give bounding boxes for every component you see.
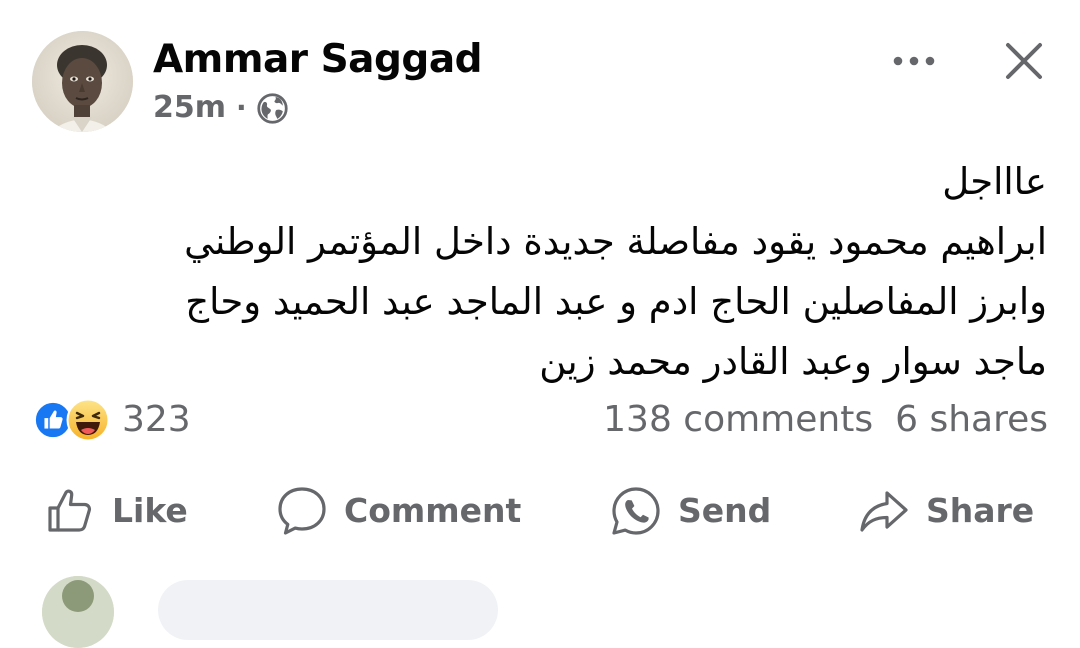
action-bar: Like Comment Send Share — [0, 480, 1080, 542]
whatsapp-icon — [612, 487, 660, 535]
author-name[interactable]: Ammar Saggad — [153, 34, 483, 86]
engagement-counts: 138 comments 6 shares — [603, 396, 1048, 444]
like-label: Like — [112, 491, 188, 530]
meta-separator: · — [236, 91, 247, 124]
close-icon — [1006, 43, 1042, 79]
more-options-button[interactable] — [884, 40, 944, 82]
commenter-avatar-photo — [42, 576, 114, 648]
share-label: Share — [926, 491, 1035, 530]
close-button[interactable] — [996, 33, 1052, 89]
reactions-summary[interactable]: 323 — [32, 396, 191, 444]
post-text-line: ماجد سوار وعبد القادر محمد زين — [539, 340, 1047, 383]
reaction-count: 323 — [122, 399, 191, 440]
share-button[interactable]: Share — [858, 480, 1034, 542]
post-time[interactable]: 25m — [153, 88, 226, 128]
shares-count-link[interactable]: 6 shares — [895, 396, 1048, 444]
comment-input[interactable] — [158, 580, 498, 640]
globe-icon[interactable] — [256, 92, 289, 125]
reaction-icons — [32, 398, 118, 442]
commenter-avatar[interactable] — [42, 576, 114, 648]
send-label: Send — [678, 491, 772, 530]
thumbs-up-icon — [48, 489, 92, 532]
comment-button[interactable]: Comment — [276, 480, 521, 542]
comment-label: Comment — [344, 491, 522, 530]
author-avatar[interactable] — [32, 31, 133, 132]
post-text-line: وابرز المفاصلين الحاج ادم و عبد الماجد ع… — [185, 280, 1047, 323]
more-horizontal-icon — [893, 56, 935, 66]
like-button[interactable]: Like — [46, 480, 188, 542]
haha-reaction-icon — [66, 398, 110, 442]
comments-count-link[interactable]: 138 comments — [603, 396, 873, 444]
author-avatar-photo — [32, 31, 133, 132]
post-text-line: عاااجل — [942, 160, 1047, 203]
comment-bubble-icon — [278, 487, 326, 535]
post-meta: 25m · — [153, 88, 289, 128]
share-arrow-icon — [860, 491, 908, 532]
post-text: عاااجل ابراهيم محمود يقود مفاصلة جديدة د… — [47, 152, 1047, 392]
post-text-line: ابراهيم محمود يقود مفاصلة جديدة داخل الم… — [184, 220, 1047, 263]
send-button[interactable]: Send — [610, 480, 771, 542]
